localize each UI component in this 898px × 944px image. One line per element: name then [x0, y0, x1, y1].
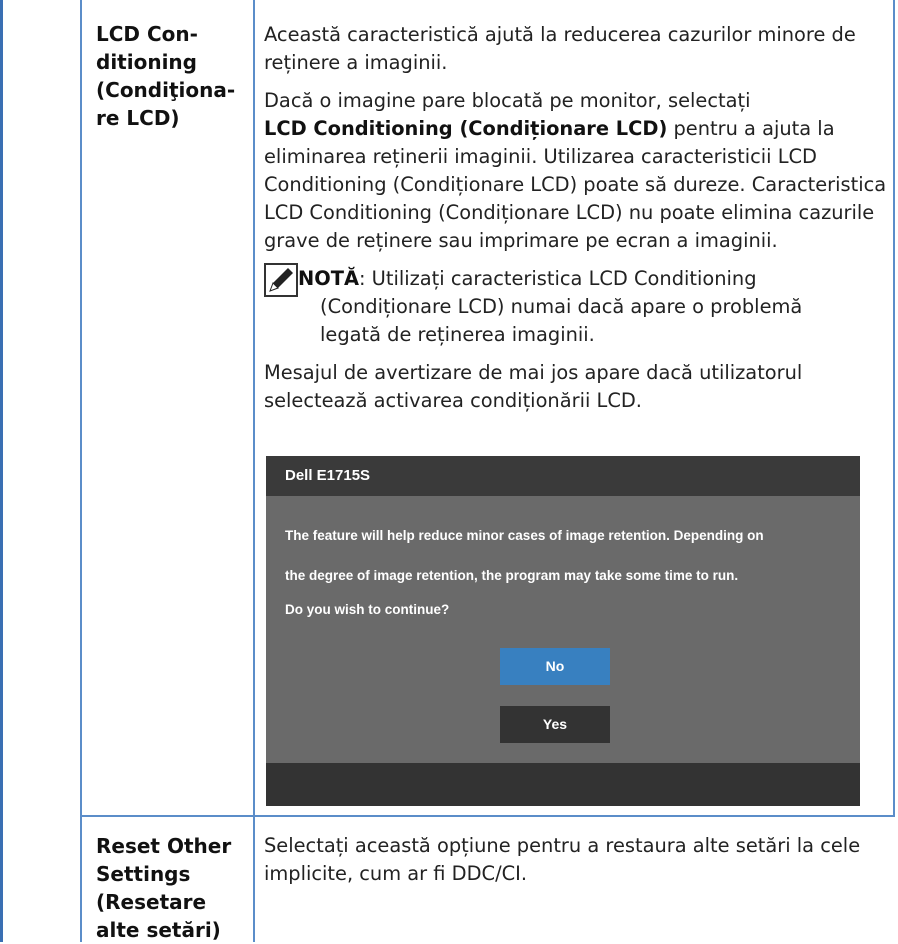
paragraph-intro: Această caracteristică ajută la reducere…: [264, 23, 856, 74]
row-divider: [80, 815, 895, 817]
osd-message-line-2: the degree of image retention, the progr…: [285, 568, 739, 583]
column-divider-2: [253, 0, 255, 942]
osd-no-button[interactable]: No: [500, 648, 610, 685]
left-margin-bar: [0, 0, 3, 942]
paragraph-warning-intro: Mesajul de avertizare de mai jos apare d…: [264, 361, 803, 412]
osd-warning-dialog: Dell E1715S The feature will help reduce…: [266, 456, 860, 806]
osd-question: Do you wish to continue?: [285, 602, 450, 617]
osd-message-line-1: The feature will help reduce minor cases…: [285, 528, 764, 543]
lcd-conditioning-description: Această caracteristică ajută la reducere…: [264, 21, 894, 415]
reset-other-settings-description: Selectați această opțiune pentru a resta…: [264, 832, 894, 888]
osd-yes-button[interactable]: Yes: [500, 706, 610, 743]
paragraph-reset: Selectați această opțiune pentru a resta…: [264, 834, 861, 885]
note-block: NOTĂ: Utilizați caracteristica LCD Condi…: [264, 263, 894, 349]
menu-label-lcd-conditioning: LCD Con- ditioning (Condiţiona- re LCD): [96, 22, 236, 130]
note-text: NOTĂ: Utilizați caracteristica LCD Condi…: [298, 267, 803, 346]
osd-footer-bar: [266, 763, 860, 806]
pencil-note-icon: [264, 263, 298, 297]
column-divider-1: [80, 0, 82, 942]
menu-label-reset-other-settings: Reset Other Settings (Resetare alte setă…: [96, 834, 232, 942]
paragraph-usage: Dacă o imagine pare blocată pe monitor, …: [264, 89, 887, 252]
osd-title: Dell E1715S: [266, 456, 860, 496]
